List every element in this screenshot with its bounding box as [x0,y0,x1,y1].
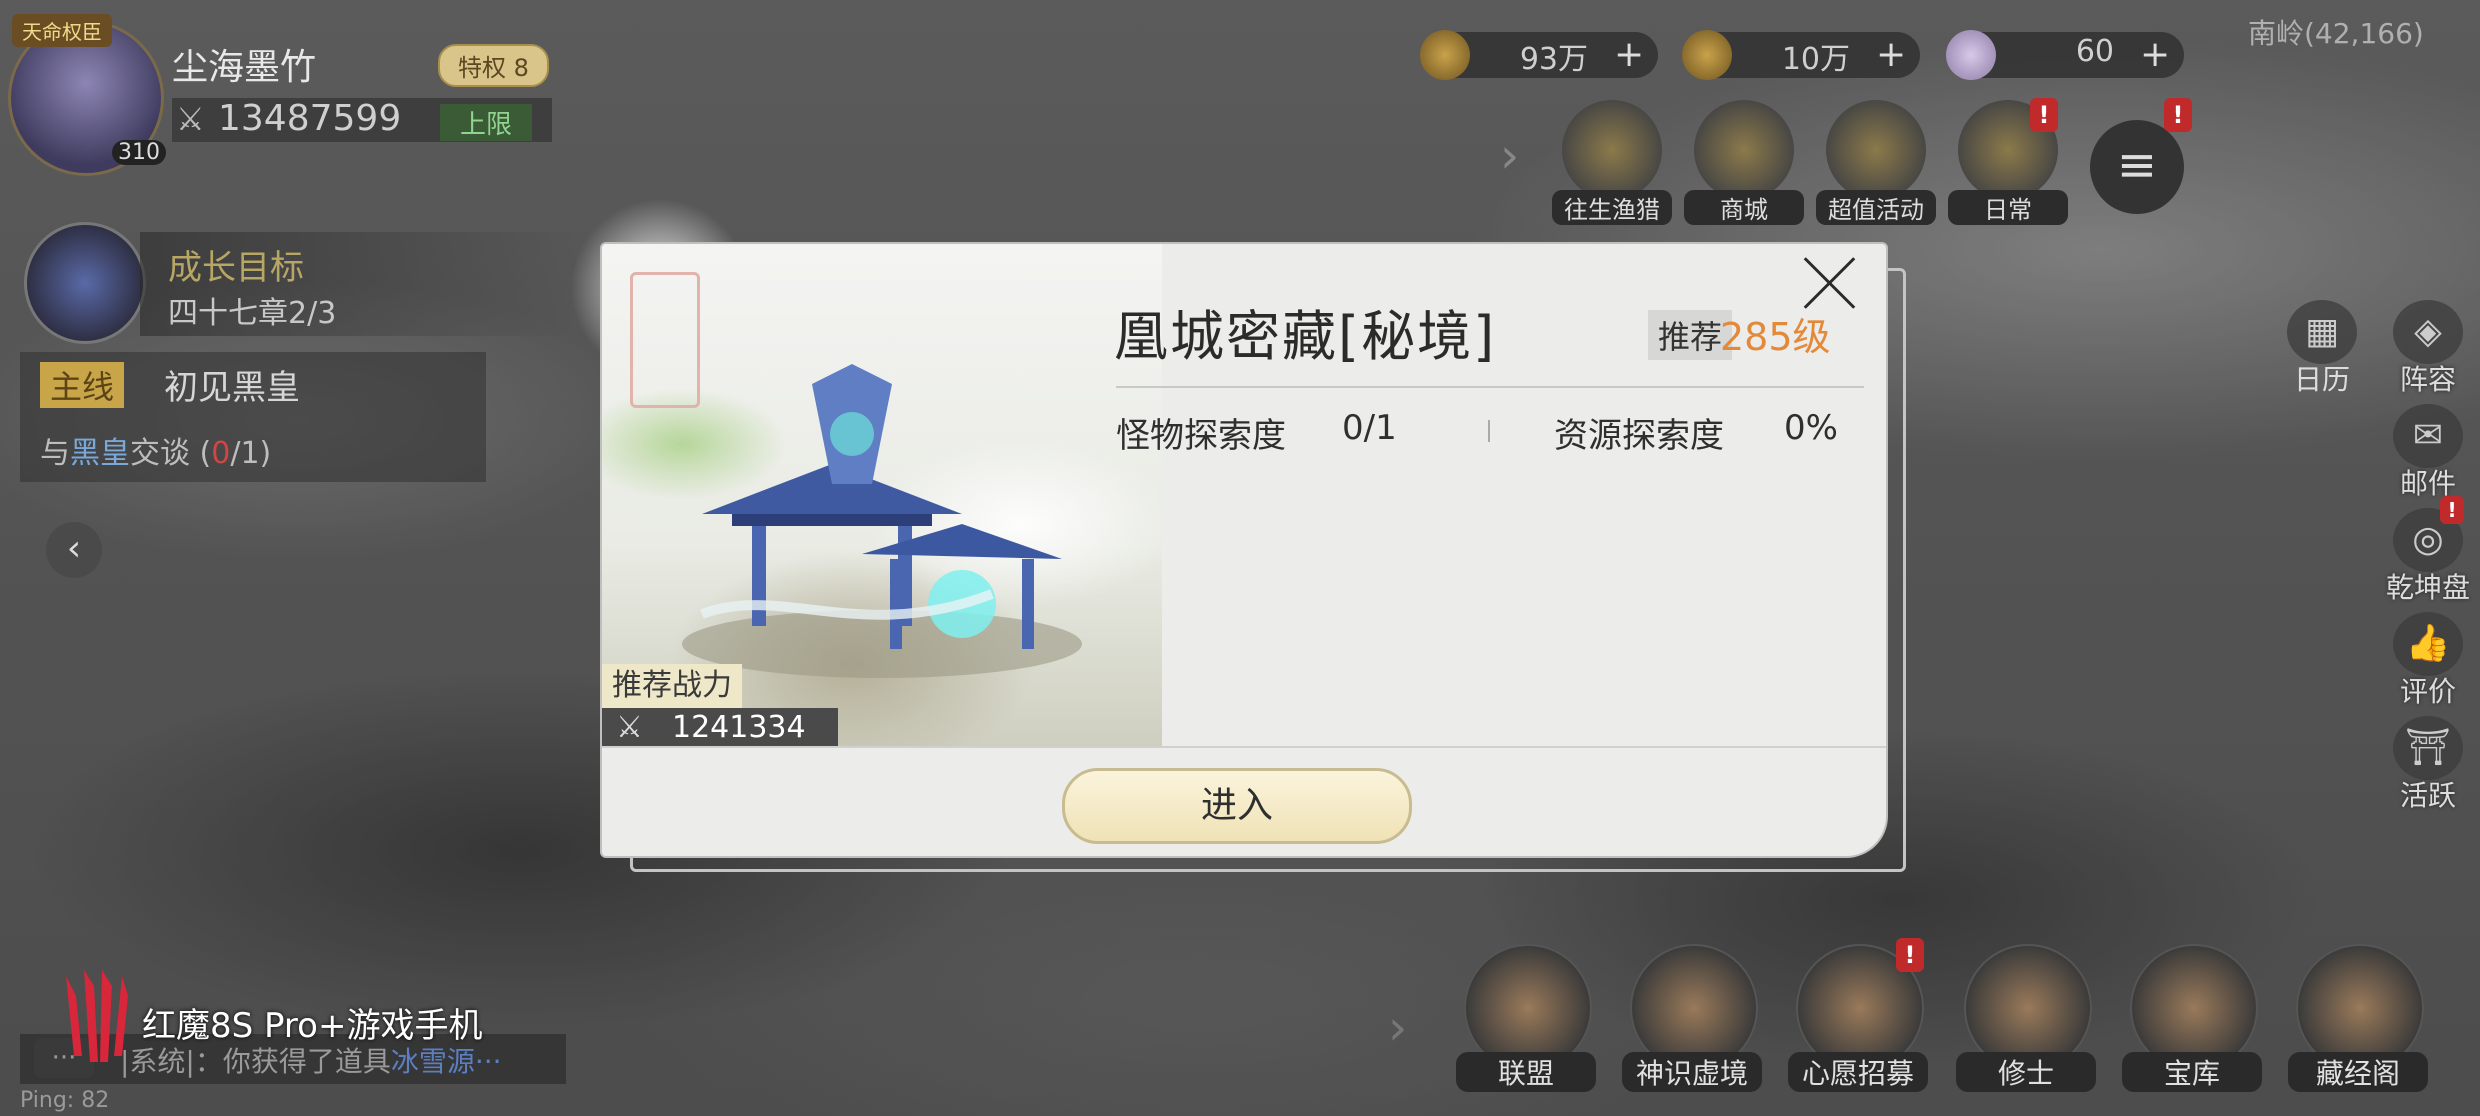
side-button-mail[interactable]: ✉ 邮件 [2378,404,2478,504]
dialog-title: 凰城密藏[秘境] [1114,305,1497,368]
recommended-level: 285级 [1720,315,1831,359]
top-button-label: 超值活动 [1816,190,1936,225]
red-magic-logo [66,970,128,1062]
main-menu-button[interactable]: ≡ [2090,120,2184,214]
daily-alert-badge: ! [2030,98,2058,132]
bottom-button-label: 修士 [1956,1052,2096,1092]
close-icon[interactable] [1800,252,1860,312]
side-button-activity[interactable]: ⛩ 活跃 [2378,716,2478,816]
ping-indicator: Ping: 82 [20,1088,110,1113]
stat-divider [1488,420,1490,442]
top-button-shop[interactable]: 商城 [1684,100,1804,225]
menu-alert-badge: ! [2164,98,2192,132]
quest-count-rest: /1) [230,436,272,471]
monster-exploration-value: 0/1 [1342,408,1397,448]
recommended-power-value: 1241334 [672,710,806,745]
top-button-label: 往生渔猎 [1552,190,1672,225]
secret-realm-dialog: 推荐战力 ⚔ 1241334 凰城密藏[秘境] 推荐 285级 怪物探索度 0/… [602,244,1886,856]
fishing-icon [1562,100,1662,200]
mail-icon: ✉ [2393,404,2463,468]
vip-badge[interactable]: 特权 8 [438,44,549,87]
events-icon [1826,100,1926,200]
spirit-temple-image [682,364,1082,678]
quest-task-prefix: 与 [40,436,70,471]
side-button-label: 阵容 [2399,363,2456,396]
add-crystal-button[interactable]: + [2140,34,2170,75]
player-name: 尘海墨竹 [172,47,317,88]
bottom-button-label: 藏经阁 [2288,1052,2428,1092]
side-button-label: 邮件 [2399,467,2456,500]
compass-alert-badge: ! [2440,496,2464,524]
recommended-power-label: 推荐战力 [602,664,742,708]
footer-divider [602,746,1886,748]
side-button-formation[interactable]: ◈ 阵容 [2378,300,2478,400]
monster-exploration-label: 怪物探索度 [1116,416,1286,456]
add-gourd-button[interactable]: + [1876,34,1906,75]
expand-bottom-menu-icon[interactable]: › [1388,1000,1407,1056]
enter-button-label: 进入 [1200,785,1273,826]
resource-gourd-value: 10万 [1781,42,1850,77]
bottom-button-alliance[interactable]: 联盟 [1456,944,1596,1094]
chat-prefix: |系统|：你获得了道具 [120,1045,391,1078]
resource-copper-value: 93万 [1519,42,1588,77]
side-button-label: 乾坤盘 [2385,571,2470,604]
calendar-button[interactable]: ▦ 日历 [2272,300,2372,398]
title-divider [1116,386,1864,388]
resource-exploration-label: 资源探索度 [1554,416,1724,456]
growth-goal-progress: 四十七章2/3 [168,296,337,331]
quest-task-suffix: 交谈 [130,436,190,471]
player-power: 13487599 [218,98,402,139]
top-button-events[interactable]: 超值活动 [1816,100,1936,225]
resource-exploration-value: 0% [1784,408,1838,448]
bottom-button-label: 宝库 [2122,1052,2262,1092]
quest-task[interactable]: 与黑皇交谈 (0/1) [40,428,271,472]
shop-icon [1694,100,1794,200]
quest-count-open: ( [199,436,212,471]
crossed-swords-icon: ⚔ [616,710,643,745]
growth-goal-icon[interactable] [24,222,146,344]
quest-type-tag: 主线 [40,362,125,408]
player-title-badge: 天命权臣 [12,14,112,47]
bottom-button-label: 联盟 [1456,1052,1596,1092]
top-button-fishing[interactable]: 往生渔猎 [1552,100,1672,225]
side-button-rate[interactable]: 👍 评价 [2378,612,2478,712]
growth-goal-title: 成长目标 [168,248,304,288]
expand-top-menu-icon[interactable]: › [1500,128,1519,184]
quest-npc-link[interactable]: 黑皇 [70,436,130,471]
thumbs-up-icon: 👍 [2393,612,2463,676]
side-button-label: 活跃 [2399,779,2456,812]
device-watermark: 红魔8S Pro+游戏手机 [142,1006,483,1046]
quest-name: 初见黑皇 [164,368,300,408]
enter-button[interactable]: 进入 [1062,768,1412,844]
resource-crystal-value: 60 [2075,34,2114,69]
chat-item-link[interactable]: 冰雪源··· [391,1045,502,1078]
quest-count-done: 0 [211,436,231,471]
calendar-icon: ▦ [2287,300,2357,364]
location-coordinates[interactable]: 南岭(42,166) [2248,12,2424,52]
bottom-button-library[interactable]: 藏经阁 [2288,944,2428,1094]
game-screen: 天命权臣 310 尘海墨竹 特权 8 ⚔ 13487599 上限 成长目标 四十… [0,0,2480,1116]
bottom-button-treasury[interactable]: 宝库 [2122,944,2262,1094]
player-level: 310 [112,140,166,165]
calendar-label: 日历 [2293,363,2350,396]
bottom-button-label: 神识虚境 [1622,1052,1762,1092]
formation-icon: ◈ [2393,300,2463,364]
add-copper-button[interactable]: + [1614,34,1644,75]
bottom-button-cultivators[interactable]: 修士 [1956,944,2096,1094]
side-button-label: 评价 [2399,675,2456,708]
top-button-label: 日常 [1948,190,2068,225]
collapse-arrow-icon[interactable]: ‹ [46,522,102,578]
limit-badge: 上限 [440,104,533,141]
crossed-swords-icon: ⚔ [176,100,205,138]
recruit-alert-badge: ! [1896,938,1924,972]
top-button-label: 商城 [1684,190,1804,225]
bottom-button-illusion[interactable]: 神识虚境 [1622,944,1762,1094]
side-button-compass[interactable]: ◎ 乾坤盘 [2378,508,2478,608]
bottom-button-label: 心愿招募 [1788,1052,1928,1092]
pagoda-icon: ⛩ [2393,716,2463,780]
